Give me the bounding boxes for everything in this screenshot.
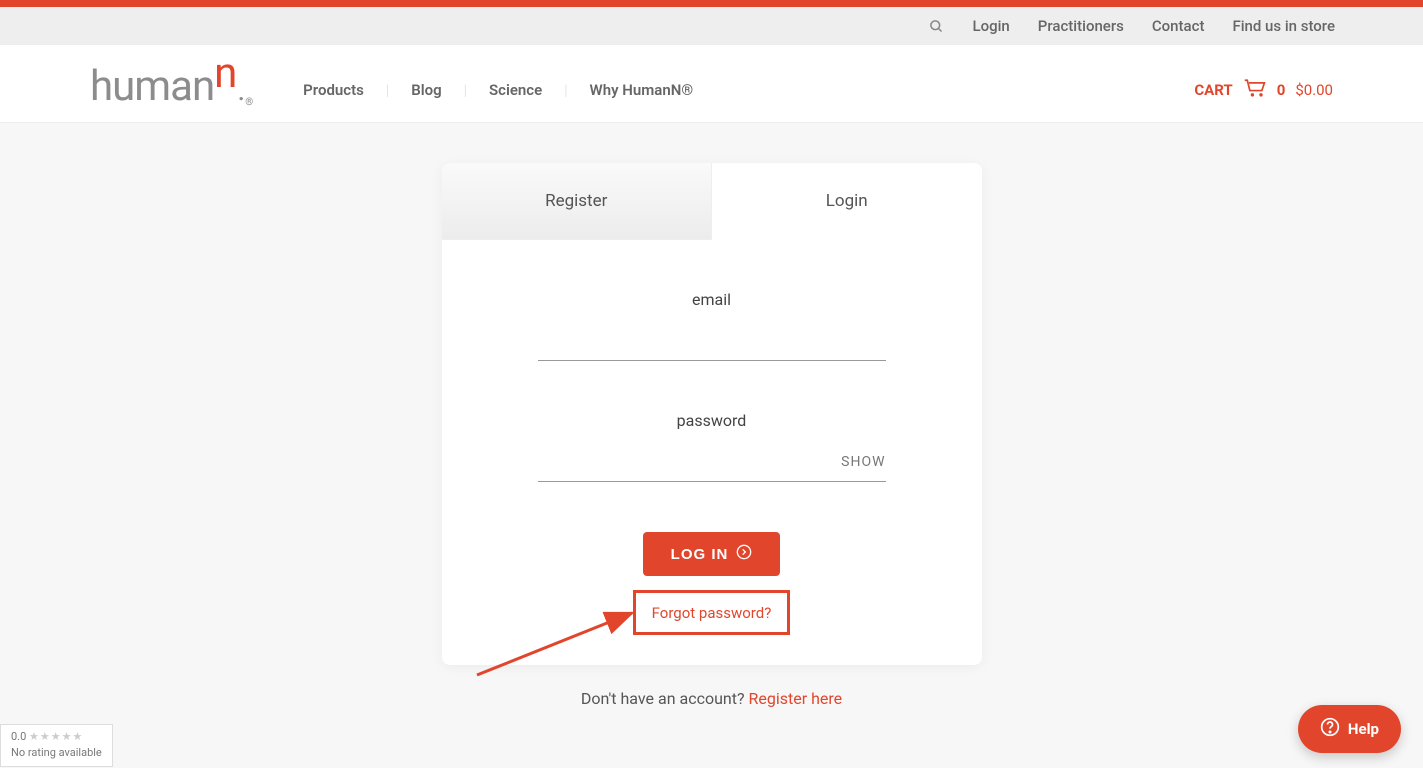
help-widget[interactable]: Help — [1298, 705, 1401, 753]
cart-count: 0 — [1277, 81, 1286, 99]
password-input[interactable] — [538, 448, 886, 482]
nav-separator: | — [564, 81, 567, 99]
nav-separator: | — [464, 81, 467, 99]
help-icon — [1320, 717, 1340, 741]
login-button-label: LOG IN — [671, 546, 729, 563]
tab-login[interactable]: Login — [712, 163, 982, 240]
nav-login[interactable]: Login — [972, 17, 1009, 35]
show-password-button[interactable]: SHOW — [841, 454, 885, 470]
nav-practitioners[interactable]: Practitioners — [1038, 17, 1124, 35]
brand-top-bar — [0, 0, 1423, 7]
register-here-link[interactable]: Register here — [749, 689, 843, 708]
star-icons: ★★★★★ — [29, 730, 83, 743]
nav-find-store[interactable]: Find us in store — [1232, 17, 1335, 35]
main-nav: Products | Blog | Science | Why HumanN® — [303, 81, 693, 99]
email-input[interactable] — [538, 327, 886, 361]
search-icon[interactable] — [929, 19, 944, 34]
nav-science[interactable]: Science — [489, 81, 542, 99]
login-button[interactable]: LOG IN — [643, 532, 781, 576]
logo-base: human — [90, 66, 214, 108]
auth-tabs: Register Login — [442, 163, 982, 240]
logo[interactable]: humann.® — [90, 59, 253, 108]
nav-contact[interactable]: Contact — [1152, 17, 1205, 35]
nav-why-humann[interactable]: Why HumanN® — [590, 81, 694, 99]
cart-total: $0.00 — [1295, 81, 1333, 99]
email-label: email — [538, 290, 886, 309]
tab-register[interactable]: Register — [442, 163, 713, 240]
login-form: email password SHOW LOG IN — [442, 240, 982, 665]
password-label: password — [538, 411, 886, 430]
logo-dot: . — [237, 73, 245, 108]
main-header: humann.® Products | Blog | Science | Why… — [0, 45, 1423, 123]
reviews-text: No rating available — [11, 745, 102, 760]
cart-icon — [1243, 78, 1267, 102]
cart-label: CART — [1194, 81, 1232, 99]
nav-separator: | — [386, 81, 389, 99]
cart-button[interactable]: CART 0 $0.00 — [1194, 78, 1333, 102]
help-label: Help — [1348, 720, 1379, 738]
forgot-password-link[interactable]: Forgot password? — [652, 604, 772, 622]
nav-blog[interactable]: Blog — [411, 81, 441, 99]
arrow-circle-icon — [736, 544, 752, 564]
auth-card: Register Login email password SHOW — [442, 163, 982, 665]
logo-n: n — [214, 49, 237, 98]
logo-reg: ® — [245, 97, 253, 108]
page-content: Register Login email password SHOW — [0, 123, 1423, 768]
register-prompt: Don't have an account? Register here — [442, 689, 982, 708]
google-reviews-badge[interactable]: 0.0 ★★★★★ No rating available — [0, 724, 113, 767]
forgot-password-highlight: Forgot password? — [633, 590, 791, 635]
reviews-rating: 0.0 — [11, 730, 26, 743]
register-prompt-text: Don't have an account? — [581, 689, 749, 708]
nav-products[interactable]: Products — [303, 81, 364, 99]
utility-nav: Login Practitioners Contact Find us in s… — [0, 7, 1423, 45]
